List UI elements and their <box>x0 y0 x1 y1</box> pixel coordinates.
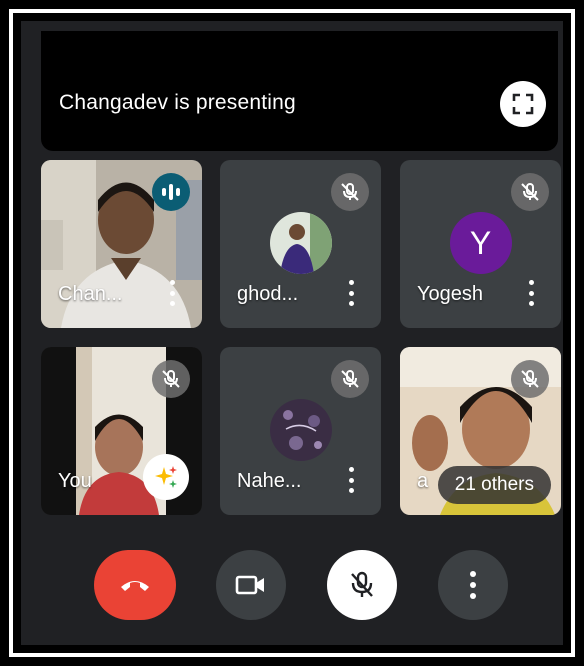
participant-name: ghod... <box>237 283 299 305</box>
effects-button[interactable] <box>143 454 189 500</box>
participant-name: a <box>417 470 429 492</box>
fullscreen-icon <box>512 93 534 115</box>
avatar: Y <box>449 212 512 274</box>
mic-off-icon <box>511 173 549 211</box>
more-options-icon[interactable] <box>527 280 535 306</box>
end-call-button[interactable] <box>94 550 176 620</box>
participant-tile[interactable]: Chan... <box>41 160 202 328</box>
mic-off-icon <box>351 571 373 597</box>
participant-tile[interactable]: Y Yogesh <box>400 160 561 328</box>
mic-off-icon <box>152 360 190 398</box>
more-options-button[interactable] <box>438 550 508 620</box>
mic-toggle-button[interactable] <box>327 550 397 620</box>
participant-name: You <box>58 470 92 492</box>
mic-off-icon <box>511 360 549 398</box>
presenting-label: Changadev is presenting <box>59 91 296 114</box>
speaking-indicator-icon <box>152 173 190 211</box>
participant-tile[interactable]: You <box>41 347 202 515</box>
more-options-icon[interactable] <box>347 467 355 493</box>
avatar <box>269 212 332 274</box>
participant-tile[interactable]: Nahe... <box>220 347 381 515</box>
participant-tile[interactable]: ghod... <box>220 160 381 328</box>
participant-name: Yogesh <box>417 283 483 305</box>
participant-tile[interactable]: a 21 others <box>400 347 561 515</box>
presentation-banner[interactable]: Changadev is presenting <box>41 31 558 151</box>
more-options-icon[interactable] <box>168 280 176 306</box>
participant-name: Nahe... <box>237 470 302 492</box>
sparkle-icon <box>155 466 177 488</box>
fullscreen-button[interactable] <box>500 81 546 127</box>
camera-icon <box>235 575 264 595</box>
more-options-icon[interactable] <box>347 280 355 306</box>
end-call-icon <box>121 581 149 591</box>
mic-off-icon <box>331 173 369 211</box>
participant-name: Chan... <box>58 283 123 305</box>
camera-button[interactable] <box>216 550 286 620</box>
mic-off-icon <box>331 360 369 398</box>
more-vertical-icon <box>469 571 477 599</box>
meeting-screen: Changadev is presenting Chan... ghod... … <box>21 21 563 645</box>
avatar <box>269 399 332 461</box>
others-count-button[interactable]: 21 others <box>437 466 551 504</box>
